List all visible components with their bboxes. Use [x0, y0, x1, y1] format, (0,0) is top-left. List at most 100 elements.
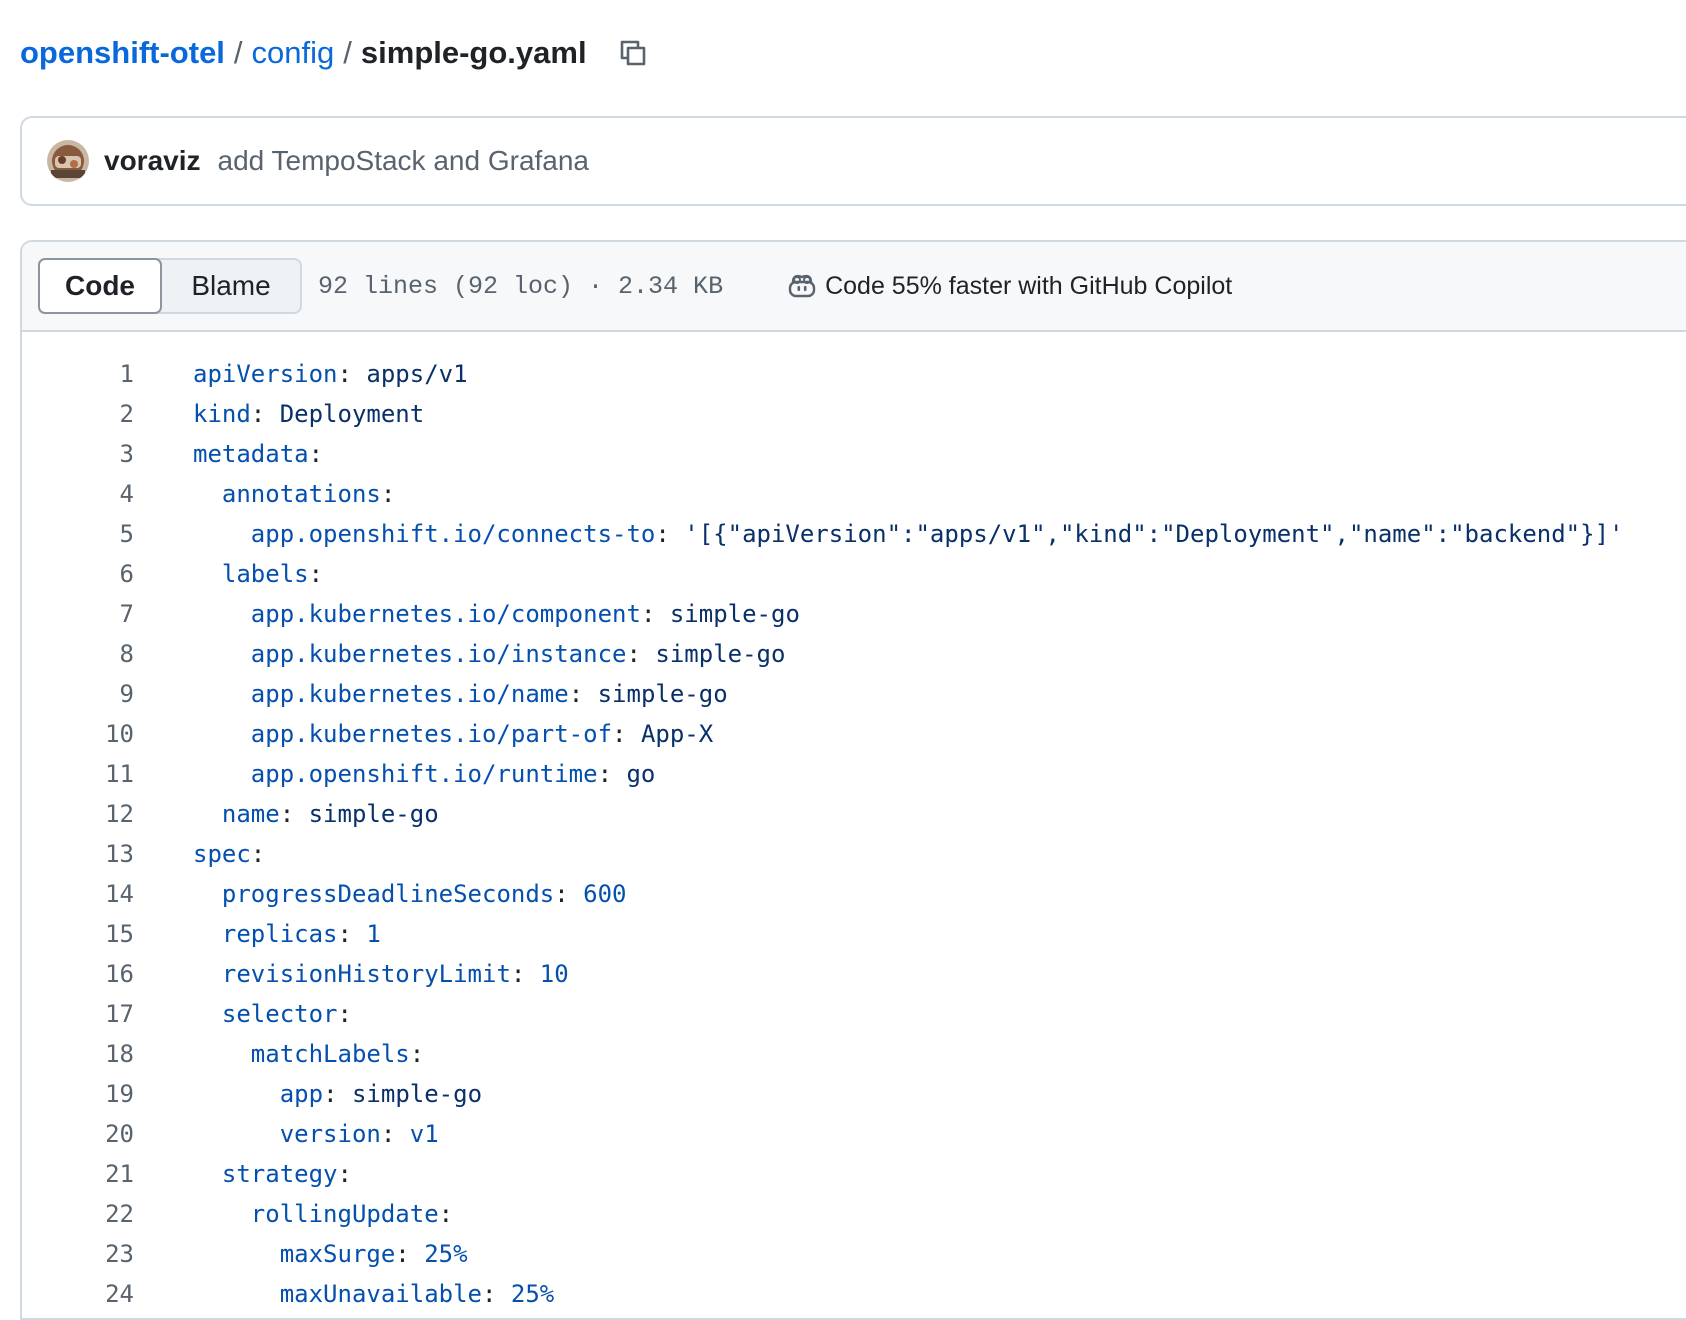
- yaml-colon: :: [568, 680, 598, 708]
- line-number[interactable]: 16: [22, 960, 134, 988]
- yaml-value: 600: [583, 880, 627, 908]
- yaml-key: annotations: [221, 480, 381, 508]
- code-text: maxUnavailable: 25%: [193, 1280, 555, 1308]
- line-number[interactable]: 7: [22, 600, 134, 628]
- yaml-key: version: [279, 1120, 381, 1148]
- breadcrumb-folder-link[interactable]: config: [252, 35, 335, 71]
- copy-path-button[interactable]: [615, 35, 651, 71]
- yaml-key: strategy: [221, 1160, 338, 1188]
- avatar[interactable]: [47, 140, 89, 182]
- yaml-key: app.openshift.io/connects-to: [250, 520, 656, 548]
- code-text: replicas: 1: [193, 920, 381, 948]
- code-text: app.openshift.io/connects-to: '[{"apiVer…: [193, 520, 1624, 548]
- copilot-promo-link[interactable]: Code 55% faster with GitHub Copilot: [787, 272, 1232, 301]
- yaml-colon: :: [482, 1280, 511, 1308]
- line-number[interactable]: 22: [22, 1200, 134, 1228]
- yaml-value: Deployment: [279, 400, 425, 428]
- code-line: 1 apiVersion: apps/v1: [22, 354, 1686, 394]
- yaml-value: simple-go: [597, 680, 728, 708]
- line-number[interactable]: 23: [22, 1240, 134, 1268]
- yaml-key: apiVersion: [193, 360, 338, 388]
- tab-blame[interactable]: Blame: [162, 260, 300, 312]
- code-line: 22 rollingUpdate:: [22, 1194, 1686, 1234]
- yaml-key: app.openshift.io/runtime: [250, 760, 598, 788]
- yaml-colon: :: [250, 840, 266, 868]
- line-number[interactable]: 5: [22, 520, 134, 548]
- code-text: labels:: [193, 560, 323, 588]
- code-text: spec:: [193, 840, 265, 868]
- yaml-value: 1: [366, 920, 381, 948]
- line-number[interactable]: 21: [22, 1160, 134, 1188]
- yaml-key: name: [221, 800, 280, 828]
- line-number[interactable]: 6: [22, 560, 134, 588]
- line-number[interactable]: 9: [22, 680, 134, 708]
- line-number[interactable]: 18: [22, 1040, 134, 1068]
- file-viewer: Code Blame 92 lines (92 loc) · 2.34 KB C…: [20, 240, 1686, 1320]
- line-number[interactable]: 11: [22, 760, 134, 788]
- line-number[interactable]: 4: [22, 480, 134, 508]
- yaml-key: progressDeadlineSeconds: [221, 880, 555, 908]
- line-number[interactable]: 19: [22, 1080, 134, 1108]
- line-number[interactable]: 20: [22, 1120, 134, 1148]
- yaml-colon: :: [279, 800, 309, 828]
- tab-code[interactable]: Code: [38, 258, 162, 314]
- yaml-key: metadata: [193, 440, 309, 468]
- line-number[interactable]: 1: [22, 360, 134, 388]
- yaml-colon: :: [640, 600, 670, 628]
- yaml-colon: :: [395, 1240, 425, 1268]
- line-number[interactable]: 15: [22, 920, 134, 948]
- line-number[interactable]: 2: [22, 400, 134, 428]
- line-number[interactable]: 10: [22, 720, 134, 748]
- breadcrumb-repo-link[interactable]: openshift-otel: [20, 35, 225, 71]
- yaml-value: simple-go: [308, 800, 439, 828]
- yaml-key: matchLabels: [250, 1040, 410, 1068]
- yaml-key: app.kubernetes.io/component: [250, 600, 641, 628]
- line-number[interactable]: 12: [22, 800, 134, 828]
- yaml-key: replicas: [221, 920, 338, 948]
- code-text: app.kubernetes.io/instance: simple-go: [193, 640, 786, 668]
- line-number[interactable]: 13: [22, 840, 134, 868]
- yaml-colon: :: [612, 720, 641, 748]
- yaml-colon: :: [380, 1120, 410, 1148]
- yaml-value: go: [626, 760, 656, 788]
- code-line: 21 strategy:: [22, 1154, 1686, 1194]
- commit-message-link[interactable]: add TempoStack and Grafana: [218, 145, 590, 177]
- yaml-colon: :: [337, 1000, 352, 1028]
- yaml-value: apps/v1: [366, 360, 468, 388]
- line-number[interactable]: 14: [22, 880, 134, 908]
- code-text: version: v1: [193, 1120, 439, 1148]
- yaml-colon: :: [438, 1200, 454, 1228]
- yaml-key: revisionHistoryLimit: [221, 960, 511, 988]
- yaml-key: maxUnavailable: [279, 1280, 482, 1308]
- code-text: annotations:: [193, 480, 395, 508]
- yaml-value: v1: [409, 1120, 439, 1148]
- line-number[interactable]: 3: [22, 440, 134, 468]
- code-line: 23 maxSurge: 25%: [22, 1234, 1686, 1274]
- yaml-colon: :: [409, 1040, 425, 1068]
- line-number[interactable]: 8: [22, 640, 134, 668]
- line-number[interactable]: 17: [22, 1000, 134, 1028]
- line-number[interactable]: 24: [22, 1280, 134, 1308]
- yaml-colon: :: [655, 520, 685, 548]
- code-text: name: simple-go: [193, 800, 439, 828]
- copilot-icon: [787, 272, 817, 300]
- code-line: 9 app.kubernetes.io/name: simple-go: [22, 674, 1686, 714]
- code-line: 15 replicas: 1: [22, 914, 1686, 954]
- yaml-colon: :: [337, 1160, 352, 1188]
- code-line: 10 app.kubernetes.io/part-of: App-X: [22, 714, 1686, 754]
- yaml-key: labels: [221, 560, 309, 588]
- code-text: revisionHistoryLimit: 10: [193, 960, 569, 988]
- commit-author-link[interactable]: voraviz: [104, 145, 201, 177]
